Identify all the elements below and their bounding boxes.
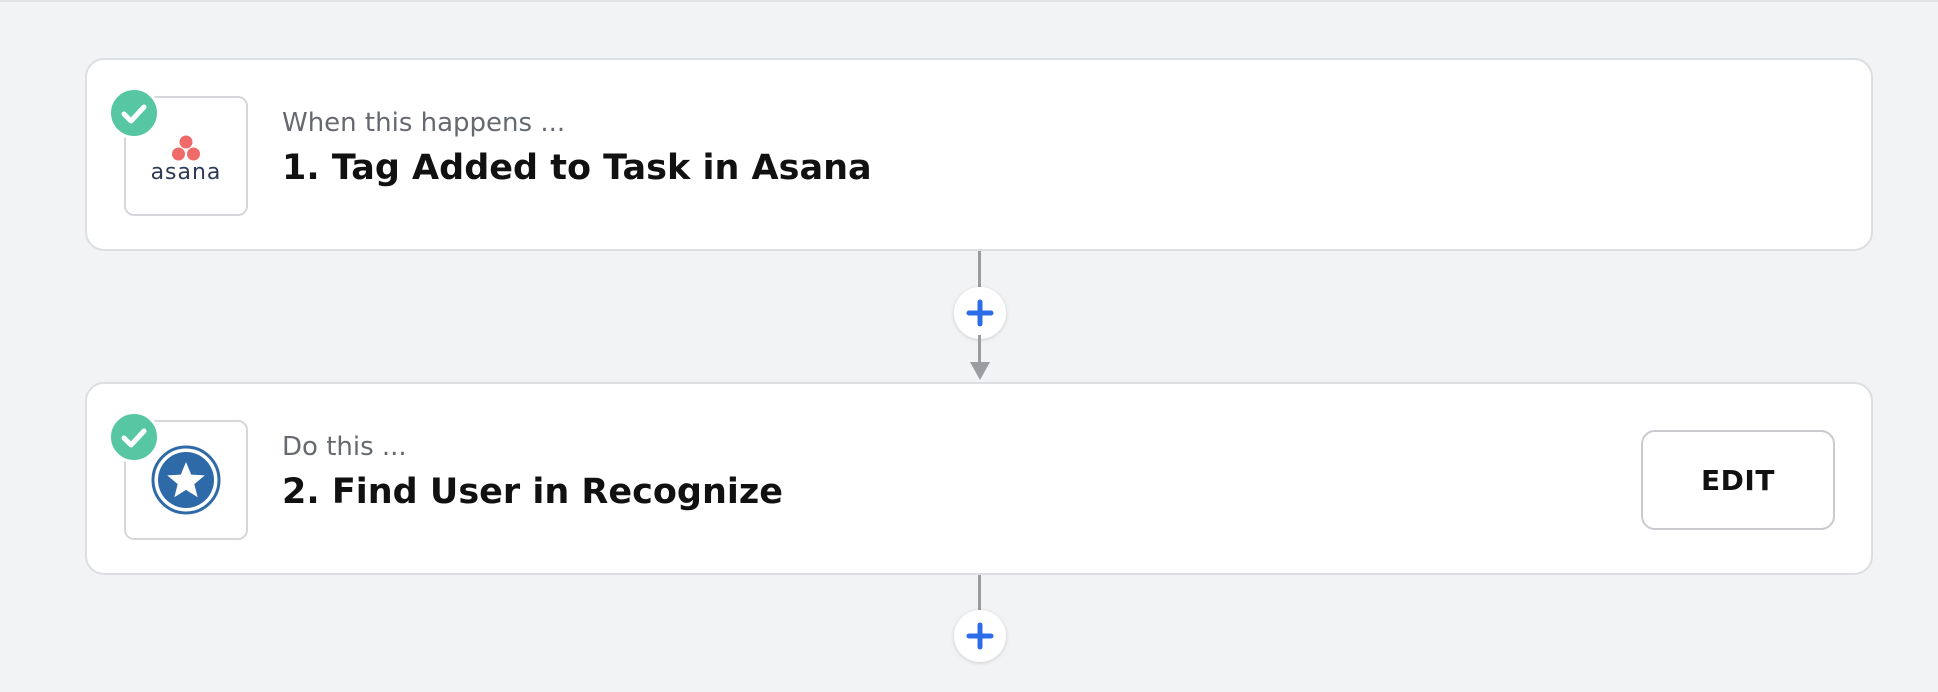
add-step-button[interactable] [954,610,1006,662]
step-card-trigger[interactable]: asana When this happens ... 1. Tag Added… [85,58,1873,251]
step-title[interactable]: 1. Tag Added to Task in Asana [282,148,872,188]
asana-logo-text: asana [150,160,222,185]
header-divider [0,0,1938,2]
add-step-button[interactable] [954,287,1006,339]
check-icon [108,87,160,139]
plus-icon [966,299,994,327]
step-kicker: When this happens ... [282,108,566,138]
zap-editor-canvas: asana When this happens ... 1. Tag Added… [0,0,1938,692]
plus-icon [966,622,994,650]
connector-line [978,335,981,363]
step-title[interactable]: 2. Find User in Recognize [282,472,783,512]
connector-line [978,575,981,615]
connector-line [978,251,981,291]
step-kicker: Do this ... [282,432,407,462]
step-card-action[interactable]: Do this ... 2. Find User in Recognize ED… [85,382,1873,575]
edit-button[interactable]: EDIT [1641,430,1835,530]
check-icon [108,411,160,463]
arrow-down-icon [970,362,990,380]
